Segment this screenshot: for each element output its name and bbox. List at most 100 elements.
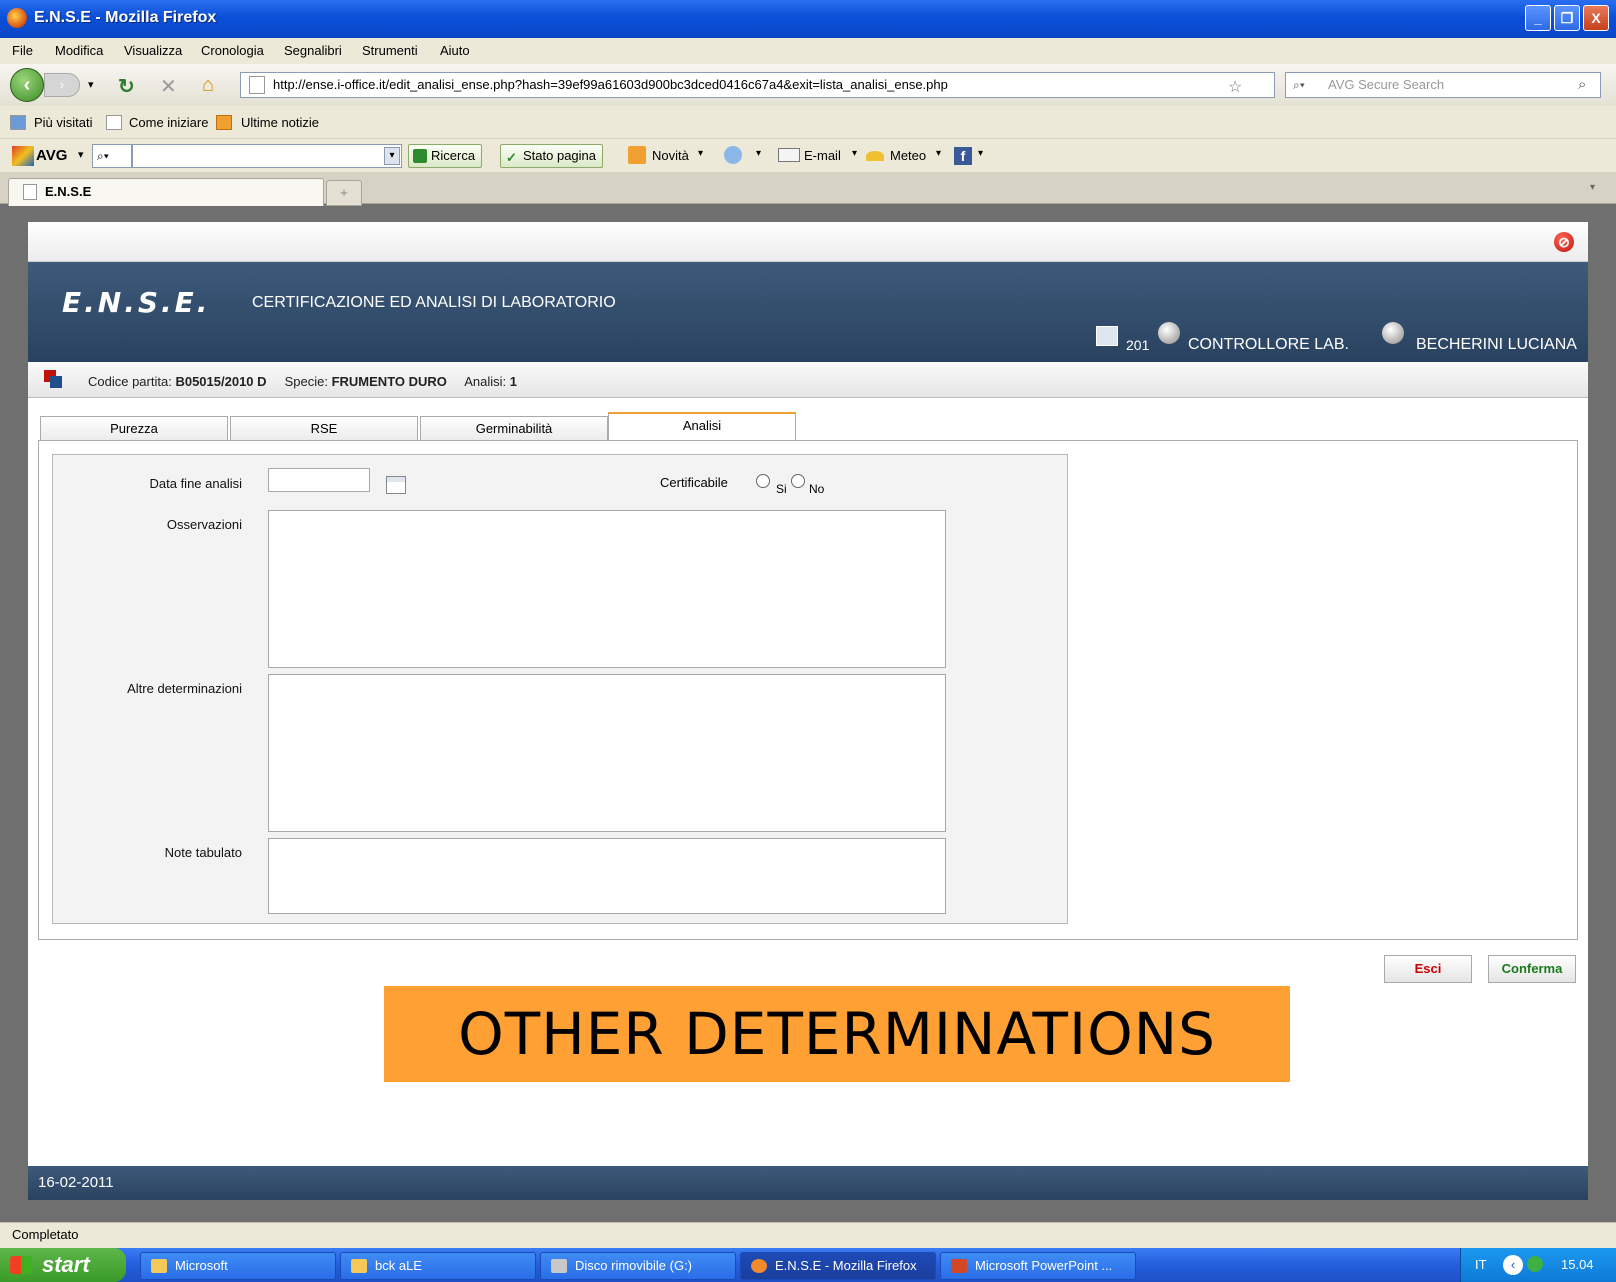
avg-toolbar: AVG ▾ ⌕▾ ▾ Ricerca ✓ Stato pagina Novità…: [0, 138, 1616, 172]
new-tab-button[interactable]: +: [326, 180, 362, 206]
close-button[interactable]: X: [1583, 5, 1609, 31]
codice-value: B05015/2010 D: [175, 374, 267, 389]
calendar-icon: [1096, 326, 1118, 346]
windows-logo-icon: [10, 1256, 32, 1274]
menu-modifica[interactable]: Modifica: [55, 43, 103, 58]
app-footer-date: 16-02-2011: [28, 1166, 1588, 1200]
facebook-dropdown-icon[interactable]: ▾: [978, 148, 983, 159]
taskbar-item-disco-rimovibile[interactable]: Disco rimovibile (G:): [540, 1252, 736, 1280]
search-icon[interactable]: ⌕: [1578, 76, 1586, 93]
avg-ricerca-button[interactable]: Ricerca: [408, 144, 483, 168]
tab-germinabilita[interactable]: Germinabilità: [420, 416, 608, 440]
powerpoint-icon: [951, 1259, 967, 1273]
back-arrow-icon[interactable]: ‹: [10, 68, 44, 102]
start-button[interactable]: start: [0, 1248, 126, 1282]
altre-determinazioni-label: Altre determinazioni: [127, 681, 242, 696]
app-top-strip: [28, 222, 1588, 262]
taskbar-item-microsoft[interactable]: Microsoft: [140, 1252, 336, 1280]
url-text: http://ense.i-office.it/edit_analisi_ens…: [273, 77, 948, 92]
osservazioni-label: Osservazioni: [166, 517, 242, 532]
certificabile-no-radio[interactable]: [791, 474, 805, 488]
avg-meteo[interactable]: Meteo: [890, 148, 926, 163]
reload-icon[interactable]: ↻: [118, 74, 135, 99]
folder-icon: [151, 1259, 167, 1273]
avg-search-input[interactable]: [132, 144, 402, 168]
tab-rse[interactable]: RSE: [230, 416, 418, 440]
browser-tab-label: E.N.S.E: [45, 184, 92, 199]
window-title-bar: E.N.S.E - Mozilla Firefox _ ❐ X: [0, 0, 1616, 38]
avg-novita[interactable]: Novità: [652, 148, 689, 163]
history-dropdown-icon[interactable]: ▾: [88, 78, 94, 91]
note-tabulato-textarea[interactable]: [268, 838, 946, 914]
weather-globe-icon[interactable]: [724, 146, 742, 164]
menu-cronologia[interactable]: Cronologia: [201, 43, 264, 58]
bookmark-ultime-notizie[interactable]: Ultime notizie: [241, 115, 319, 130]
specie-value: FRUMENTO DURO: [331, 374, 447, 389]
meteo-dropdown-icon[interactable]: ▾: [936, 148, 941, 159]
osservazioni-textarea[interactable]: [268, 510, 946, 668]
app-header: [28, 262, 1588, 362]
browser-tab-ense[interactable]: E.N.S.E: [8, 178, 324, 206]
taskbar-item-firefox[interactable]: E.N.S.E - Mozilla Firefox: [740, 1252, 936, 1280]
bookmark-come-iniziare[interactable]: Come iniziare: [129, 115, 208, 130]
language-indicator[interactable]: IT: [1475, 1248, 1487, 1282]
tab-analisi[interactable]: Analisi: [608, 412, 796, 441]
menu-visualizza[interactable]: Visualizza: [124, 43, 182, 58]
taskbar-item-powerpoint[interactable]: Microsoft PowerPoint ...: [940, 1252, 1136, 1280]
exit-icon[interactable]: ⊘: [1554, 232, 1574, 252]
home-icon[interactable]: ⌂: [202, 74, 214, 97]
tab-list-dropdown-icon[interactable]: ▾: [1590, 182, 1595, 193]
status-bar: Completato: [0, 1222, 1616, 1248]
stop-icon[interactable]: ✕: [160, 74, 177, 99]
avg-email[interactable]: E-mail: [804, 148, 841, 163]
search-input[interactable]: AVG Secure Search: [1285, 72, 1601, 98]
user-icon: [1382, 322, 1404, 344]
codice-label: Codice partita:: [88, 374, 172, 389]
email-dropdown-icon[interactable]: ▾: [852, 148, 857, 159]
data-fine-analisi-label: Data fine analisi: [149, 476, 243, 491]
tab-purezza[interactable]: Purezza: [40, 416, 228, 440]
url-bar[interactable]: http://ense.i-office.it/edit_analisi_ens…: [240, 72, 1275, 98]
network-icon[interactable]: [1527, 1256, 1543, 1272]
clock: 15.04: [1561, 1257, 1594, 1272]
maximize-button[interactable]: ❐: [1554, 5, 1580, 31]
menu-aiuto[interactable]: Aiuto: [440, 43, 470, 58]
calendar-picker-icon[interactable]: [386, 476, 406, 494]
ense-logo: E.N.S.E.: [62, 286, 211, 319]
globe-dropdown-icon[interactable]: ▾: [756, 148, 761, 159]
avg-dropdown-icon[interactable]: ▾: [78, 148, 84, 161]
novita-dropdown-icon[interactable]: ▾: [698, 148, 703, 159]
avg-search-engine-icon[interactable]: ⌕▾: [92, 144, 132, 168]
altre-determinazioni-textarea[interactable]: [268, 674, 946, 832]
taskbar-item-bck-ale[interactable]: bck aLE: [340, 1252, 536, 1280]
avg-search-dropdown-icon[interactable]: ▾: [384, 147, 400, 165]
menu-segnalibri[interactable]: Segnalibri: [284, 43, 342, 58]
drive-icon: [551, 1259, 567, 1273]
conferma-button[interactable]: Conferma: [1488, 955, 1576, 983]
data-fine-analisi-input[interactable]: [268, 468, 370, 492]
menu-bar: File Modifica Visualizza Cronologia Segn…: [0, 38, 1616, 64]
note-tabulato-label: Note tabulato: [164, 845, 242, 860]
user-name: BECHERINI LUCIANA: [1416, 336, 1577, 353]
menu-file[interactable]: File: [12, 43, 33, 58]
bookmark-star-icon[interactable]: ☆: [1228, 77, 1242, 97]
analisi-value: 1: [509, 374, 518, 389]
forward-arrow-icon[interactable]: ›: [44, 73, 80, 97]
esci-button[interactable]: Esci: [1384, 955, 1472, 983]
bookmark-piu-visitati[interactable]: Più visitati: [34, 115, 93, 130]
certificabile-label: Certificabile: [660, 475, 728, 490]
taskbar-item-label: E.N.S.E - Mozilla Firefox: [775, 1258, 917, 1273]
facebook-icon[interactable]: f: [954, 147, 972, 165]
bookmarks-bar: Più visitati Come iniziare Ultime notizi…: [0, 106, 1616, 138]
search-engine-icon[interactable]: ⌕▾: [1293, 78, 1305, 93]
avg-stato-pagina-button[interactable]: ✓ Stato pagina: [500, 144, 604, 168]
folder-icon: [351, 1259, 367, 1273]
minimize-button[interactable]: _: [1525, 5, 1551, 31]
taskbar-item-label: Microsoft PowerPoint ...: [975, 1258, 1113, 1273]
app-title: CERTIFICAZIONE ED ANALISI DI LABORATORIO: [252, 294, 616, 311]
certificabile-si-radio[interactable]: [756, 474, 770, 488]
tray-back-icon[interactable]: ‹: [1503, 1255, 1523, 1275]
menu-strumenti[interactable]: Strumenti: [362, 43, 418, 58]
specie-label: Specie:: [284, 374, 328, 389]
system-tray: IT ‹ 15.04: [1460, 1248, 1616, 1282]
